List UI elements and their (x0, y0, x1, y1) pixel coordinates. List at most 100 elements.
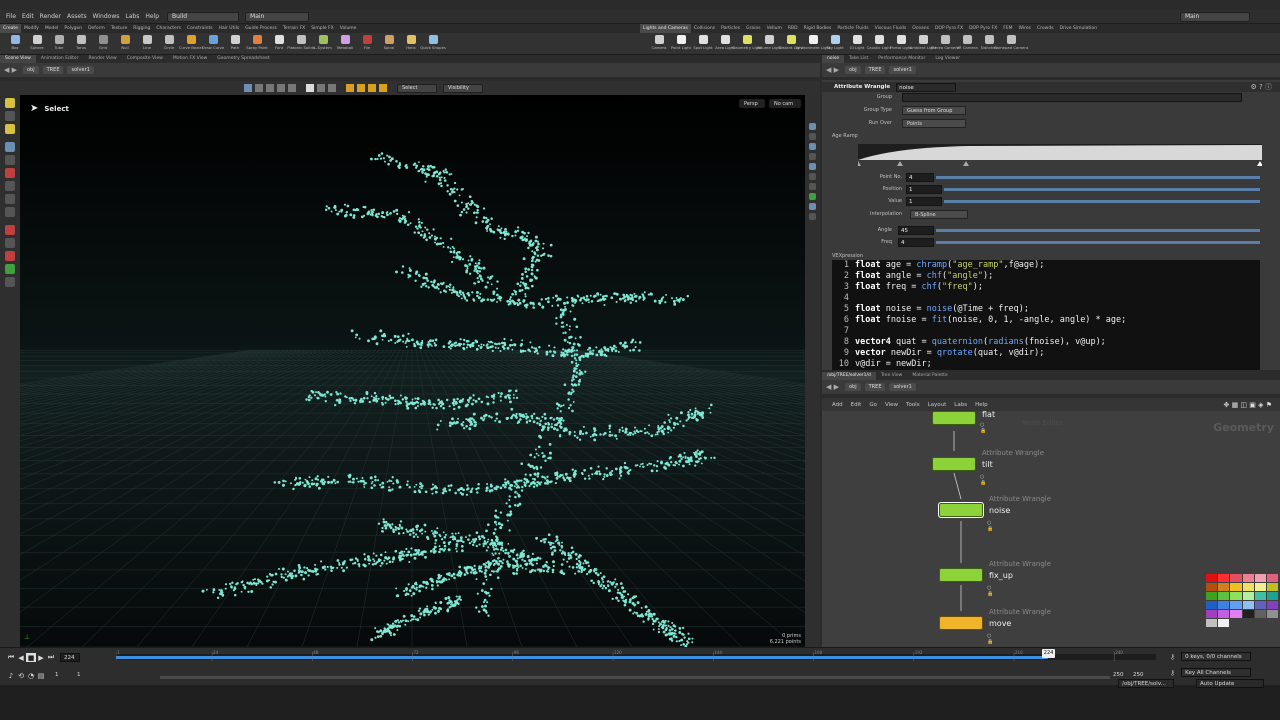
code-line[interactable]: 7 (832, 326, 1260, 337)
node-tilt-flags[interactable]: ○ 🔒 (980, 474, 986, 486)
palette-swatch[interactable] (1230, 601, 1242, 609)
palette-swatch[interactable] (1218, 583, 1230, 591)
visibility-combo[interactable]: Visibility (443, 83, 483, 93)
palette-swatch[interactable] (1254, 592, 1266, 600)
menu-labs[interactable]: Labs (125, 13, 139, 20)
key-all-channels-button[interactable]: Key All Channels (1181, 668, 1252, 677)
tab-tree-view[interactable]: Tree View (876, 372, 908, 380)
key-icon[interactable]: ⚷ (1170, 653, 1175, 661)
palette-swatch[interactable] (1242, 610, 1254, 618)
range-start2-field[interactable]: 1 (74, 671, 94, 680)
paint-select-icon[interactable] (328, 84, 336, 92)
palette-swatch[interactable] (1254, 583, 1266, 591)
tab-network-editor[interactable]: /obj/TREE/solver1/d (822, 372, 876, 380)
menu-windows[interactable]: Windows (93, 13, 120, 20)
lasso-select-icon[interactable] (317, 84, 325, 92)
tool-l-system[interactable]: L-System (312, 33, 334, 55)
gear-icon[interactable]: ⚙ ? ⓘ (1251, 82, 1272, 92)
palette-swatch[interactable] (1242, 601, 1254, 609)
vex-code-editor[interactable]: 1 float age = chramp("age_ramp",f@age); 2 f… (832, 260, 1260, 370)
param-path-obj[interactable]: obj (845, 66, 861, 74)
rotate-tool-icon[interactable] (5, 124, 15, 134)
select-mode-icon[interactable] (244, 84, 252, 92)
viewport[interactable]: ➤ Select Persp No cam 0 prims 6,221 poin… (20, 95, 805, 647)
tool-draw-curve[interactable]: Draw Curve (202, 33, 224, 55)
tool-circle[interactable]: Circle (158, 33, 180, 55)
step-back-icon[interactable]: ◀ (16, 653, 26, 662)
tab-material-palette[interactable]: Material Palette (907, 372, 952, 380)
net-menu-view[interactable]: View (885, 402, 898, 408)
display-icon-8[interactable] (809, 193, 816, 200)
palette-swatch[interactable] (1230, 583, 1242, 591)
network-path-solver[interactable]: solver1 (889, 383, 916, 391)
tab-scene-view[interactable]: Scene View (0, 55, 36, 63)
code-line[interactable]: 9 vector newDir = qrotate(quat, v@dir); (832, 348, 1260, 359)
position-slider[interactable] (944, 188, 1260, 191)
tool-null[interactable]: Null (114, 33, 136, 55)
code-line[interactable]: 8 vector4 quat = quaternion(radians(fnois… (832, 337, 1260, 348)
code-line[interactable]: 5 float noise = noise(@Time + freq); (832, 304, 1260, 315)
run-over-combo[interactable]: Points (902, 119, 966, 128)
tool-geometry-light[interactable]: Geometry Light (732, 33, 762, 55)
point-no-field[interactable]: 4 (906, 173, 934, 182)
code-line[interactable]: 6 float fnoise = fit(noise, 0, 1, -angle,… (832, 315, 1260, 326)
palette-swatch[interactable] (1218, 574, 1230, 582)
path-chip-obj[interactable]: obj (23, 66, 39, 74)
tool-spiral[interactable]: Spiral (378, 33, 400, 55)
select-combo[interactable]: Select (397, 83, 437, 93)
audio-icon[interactable]: ♪ (6, 671, 16, 680)
persp-menu[interactable]: Persp (739, 99, 765, 108)
green-tool-icon[interactable] (5, 264, 15, 274)
tool-spray-paint[interactable]: Spray Paint (246, 33, 268, 55)
ramp-key-4[interactable] (1257, 161, 1262, 166)
tool-sphere[interactable]: Sphere (26, 33, 48, 55)
interpolation-combo[interactable]: B-Spline (910, 210, 968, 219)
freq-field[interactable]: 4 (898, 238, 934, 247)
position-field[interactable]: 1 (906, 185, 942, 194)
palette-swatch[interactable] (1266, 592, 1278, 600)
network-path-obj[interactable]: obj (845, 383, 861, 391)
palette-swatch[interactable] (1242, 592, 1254, 600)
right-combo[interactable]: Main (1180, 11, 1250, 22)
code-line[interactable]: 1 float age = chramp("age_ramp",f@age); (832, 260, 1260, 271)
palette-swatch[interactable] (1254, 610, 1266, 618)
palette-swatch[interactable] (1230, 574, 1242, 582)
magnet-tool-icon[interactable] (5, 225, 15, 235)
node-name-field[interactable]: noise (896, 82, 957, 92)
palette-swatch[interactable] (1218, 592, 1230, 600)
tab-performance-monitor[interactable]: Performance Monitor (873, 55, 930, 63)
palette-swatch[interactable] (1230, 610, 1242, 618)
snap-icon[interactable] (346, 84, 354, 92)
jump-end-icon[interactable]: ⏭ (46, 653, 56, 662)
prims-mode-icon[interactable] (288, 84, 296, 92)
display-icon-9[interactable] (809, 203, 816, 210)
tool-gi-light[interactable]: GI Light (846, 33, 868, 55)
palette-swatch[interactable] (1254, 601, 1266, 609)
net-menu-edit[interactable]: Edit (851, 402, 862, 408)
tool-grid[interactable]: Grid (92, 33, 114, 55)
display-icon-7[interactable] (809, 183, 816, 190)
jump-start-icon[interactable]: ⏮ (6, 653, 16, 662)
node-flat-body[interactable] (932, 411, 976, 425)
tab-composite-view[interactable]: Composite View (122, 55, 168, 63)
param-back-arrow-icon[interactable]: ◀ ▶ (826, 66, 839, 74)
edges-mode-icon[interactable] (277, 84, 285, 92)
tool-file[interactable]: File (356, 33, 378, 55)
display-icon-6[interactable] (809, 173, 816, 180)
tool-spot-light[interactable]: Spot Light (692, 33, 714, 55)
tool-platonic-solids[interactable]: Platonic Solids (287, 33, 315, 55)
tool-distant-light[interactable]: Distant Light (779, 33, 803, 55)
tool-curve-bezier[interactable]: Curve Bezier (179, 33, 203, 55)
tab-render-view[interactable]: Render View (84, 55, 122, 63)
record-icon[interactable] (5, 251, 15, 261)
tab-noise[interactable]: noise (822, 55, 844, 63)
palette-swatch[interactable] (1242, 583, 1254, 591)
group-type-combo[interactable]: Guess from Group (902, 106, 966, 115)
tool-camera[interactable]: Camera (648, 33, 670, 55)
palette-swatch[interactable] (1266, 610, 1278, 618)
ramp-key-1[interactable] (858, 161, 861, 166)
tool-gamepad-camera[interactable]: Gamepad Camera (994, 33, 1028, 55)
pose-tool-icon[interactable] (5, 168, 15, 178)
palette-swatch[interactable] (1230, 592, 1242, 600)
node-flat[interactable]: flat ○ 🔒 (932, 411, 995, 434)
